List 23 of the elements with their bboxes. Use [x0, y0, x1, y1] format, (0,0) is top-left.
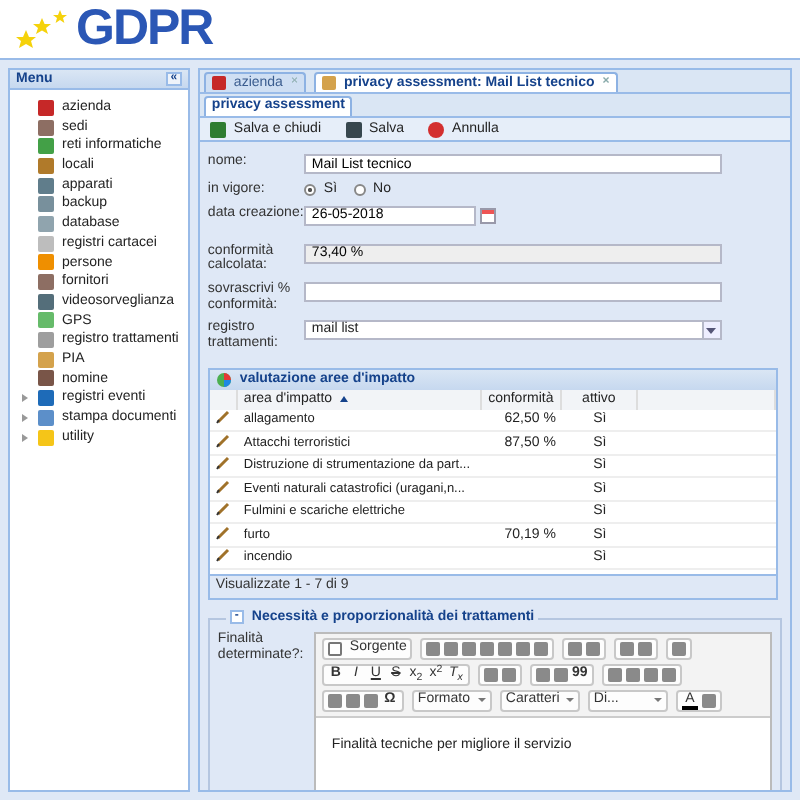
edit-icon[interactable]	[215, 433, 230, 448]
tab-icon	[211, 76, 226, 90]
logo-text: GDPR	[76, 4, 213, 54]
expand-arrow-icon[interactable]	[22, 394, 28, 403]
edit-icon[interactable]	[215, 456, 230, 471]
edit-icon[interactable]	[215, 502, 230, 517]
edit-icon[interactable]	[215, 479, 230, 494]
edit-icon[interactable]	[215, 548, 230, 563]
save-close-icon	[209, 121, 226, 137]
tab-icon	[321, 76, 336, 90]
edit-icon[interactable]	[215, 525, 230, 540]
expand-arrow-icon[interactable]	[22, 413, 28, 422]
tool-icon[interactable]	[701, 693, 716, 708]
input-field[interactable]	[303, 282, 722, 303]
expand-arrow-icon[interactable]	[22, 433, 28, 442]
edit-icon[interactable]	[215, 410, 230, 425]
chart-icon	[215, 371, 232, 388]
save-icon	[345, 121, 362, 137]
calendar-icon[interactable]	[479, 207, 496, 224]
column-header	[209, 389, 238, 410]
dropdown-icon[interactable]	[701, 322, 720, 339]
stars-icon	[16, 9, 68, 49]
cancel-icon	[428, 121, 445, 137]
